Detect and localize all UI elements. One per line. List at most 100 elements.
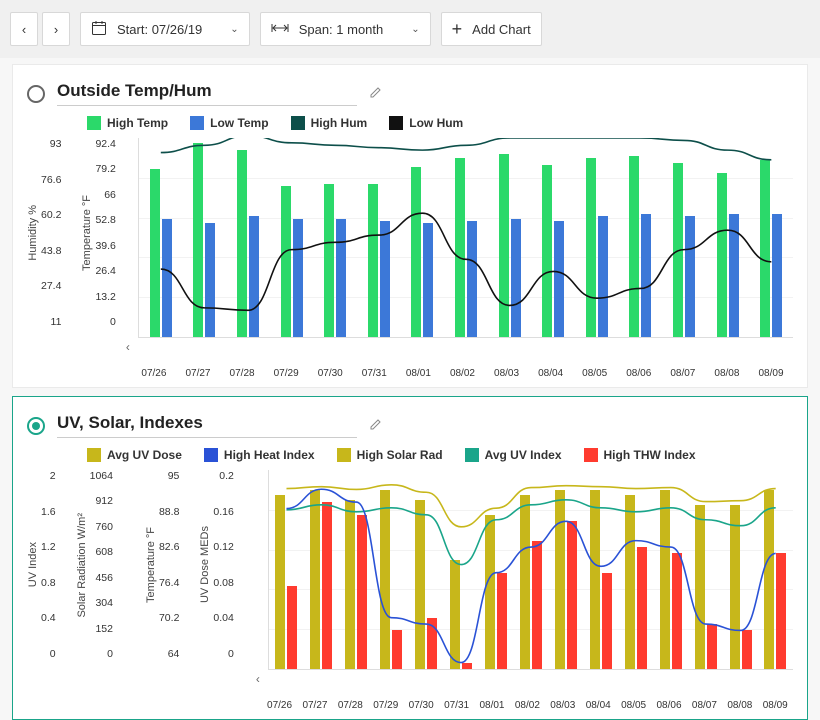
legend-item[interactable]: High THW Index xyxy=(584,448,696,462)
panel-radio[interactable] xyxy=(27,85,45,103)
legend-item[interactable]: High Temp xyxy=(87,116,168,130)
x-tick: 08/09 xyxy=(749,368,793,379)
legend-label: High THW Index xyxy=(604,448,696,462)
chart-bar xyxy=(637,547,647,669)
chart-bar xyxy=(423,223,433,337)
legend-label: Avg UV Dose xyxy=(107,448,182,462)
chart-bar xyxy=(685,216,695,337)
chart-scroll-left[interactable]: ‹ xyxy=(256,672,793,686)
y-tick: 13.2 xyxy=(95,291,119,303)
chart-bar xyxy=(660,490,670,669)
legend-item[interactable]: High Solar Rad xyxy=(337,448,443,462)
y-axis-label: UV Dose MEDs xyxy=(199,526,211,603)
chevron-right-icon: › xyxy=(54,22,58,37)
y-tick: 608 xyxy=(90,546,117,558)
legend-swatch xyxy=(190,116,204,130)
x-tick: 07/30 xyxy=(403,700,438,711)
y-axis-label: Temperature °F xyxy=(81,195,93,271)
chevron-left-icon: ‹ xyxy=(22,22,26,37)
chart-bar xyxy=(324,184,334,337)
chart-bar xyxy=(380,490,390,669)
legend-item[interactable]: Avg UV Dose xyxy=(87,448,182,462)
chart-plot[interactable] xyxy=(268,470,793,670)
panel-title: Outside Temp/Hum xyxy=(57,81,357,106)
x-tick: 07/26 xyxy=(132,368,176,379)
x-tick: 07/27 xyxy=(297,700,332,711)
x-tick: 07/31 xyxy=(352,368,396,379)
chart-bar xyxy=(357,515,367,669)
chart-bar xyxy=(467,221,477,337)
x-tick: 08/02 xyxy=(510,700,545,711)
x-tick: 07/26 xyxy=(262,700,297,711)
y-tick: 456 xyxy=(90,572,117,584)
nav-next-button[interactable]: › xyxy=(42,12,70,46)
chart-bar xyxy=(590,490,600,669)
x-tick: 08/09 xyxy=(758,700,793,711)
y-axis-label: Solar Radiation W/m² xyxy=(76,513,88,618)
chart-bar xyxy=(427,618,437,669)
y-tick: 93 xyxy=(41,138,65,150)
x-tick: 07/30 xyxy=(308,368,352,379)
chart-bar xyxy=(322,502,332,669)
panel-title: UV, Solar, Indexes xyxy=(57,413,357,438)
y-tick: 60.2 xyxy=(41,209,65,221)
x-tick: 08/07 xyxy=(661,368,705,379)
y-tick: 304 xyxy=(90,597,117,609)
nav-prev-button[interactable]: ‹ xyxy=(10,12,38,46)
legend-item[interactable]: High Hum xyxy=(291,116,368,130)
span-select[interactable]: Span: 1 month ⌄ xyxy=(260,12,431,46)
y-tick: 26.4 xyxy=(95,265,119,277)
y-tick: 1064 xyxy=(90,470,117,482)
y-tick: 912 xyxy=(90,495,117,507)
chevron-down-icon: ⌄ xyxy=(230,24,238,35)
add-chart-label: Add Chart xyxy=(472,22,531,37)
span-label: Span: 1 month xyxy=(299,22,384,37)
y-tick: 76.6 xyxy=(41,174,65,186)
chart-bar xyxy=(598,216,608,337)
chart-bar xyxy=(629,156,639,337)
chart-bar xyxy=(415,500,425,669)
y-tick: 76.4 xyxy=(159,577,183,589)
chart-scroll-left[interactable]: ‹ xyxy=(126,340,793,354)
add-chart-button[interactable]: + Add Chart xyxy=(441,12,542,46)
chart-bar xyxy=(776,553,786,669)
chart-bar xyxy=(345,500,355,669)
x-tick: 08/08 xyxy=(722,700,757,711)
legend-swatch xyxy=(87,116,101,130)
legend-item[interactable]: Low Hum xyxy=(389,116,463,130)
panel-radio[interactable] xyxy=(27,417,45,435)
x-tick: 08/01 xyxy=(474,700,509,711)
y-tick: 27.4 xyxy=(41,280,65,292)
y-tick: 43.8 xyxy=(41,245,65,257)
chart-bar xyxy=(310,490,320,669)
x-tick: 07/28 xyxy=(220,368,264,379)
span-icon xyxy=(271,22,289,37)
legend-item[interactable]: Low Temp xyxy=(190,116,268,130)
y-tick: 88.8 xyxy=(159,506,183,518)
chart-bar xyxy=(730,505,740,669)
legend-item[interactable]: High Heat Index xyxy=(204,448,315,462)
y-tick: 92.4 xyxy=(95,138,119,150)
chart-bar xyxy=(281,186,291,337)
start-date-select[interactable]: Start: 07/26/19 ⌄ xyxy=(80,12,250,46)
x-tick: 08/08 xyxy=(705,368,749,379)
chart-bar xyxy=(462,663,472,669)
chart-bar xyxy=(764,490,774,669)
chart-bar xyxy=(287,586,297,669)
y-tick: 11 xyxy=(41,316,65,328)
pencil-icon[interactable] xyxy=(369,85,383,102)
legend-item[interactable]: Avg UV Index xyxy=(465,448,562,462)
chart-bar xyxy=(380,221,390,337)
legend-label: High Hum xyxy=(311,116,368,130)
y-tick: 52.8 xyxy=(95,214,119,226)
chart-bar xyxy=(275,495,285,669)
chart-bar xyxy=(707,624,717,669)
y-tick: 82.6 xyxy=(159,541,183,553)
pencil-icon[interactable] xyxy=(369,417,383,434)
chart-plot[interactable] xyxy=(138,138,793,338)
calendar-icon xyxy=(91,20,107,39)
chart-bar xyxy=(336,219,346,337)
chart-bar xyxy=(411,167,421,337)
y-tick: 0.4 xyxy=(41,612,60,624)
x-tick: 08/07 xyxy=(687,700,722,711)
